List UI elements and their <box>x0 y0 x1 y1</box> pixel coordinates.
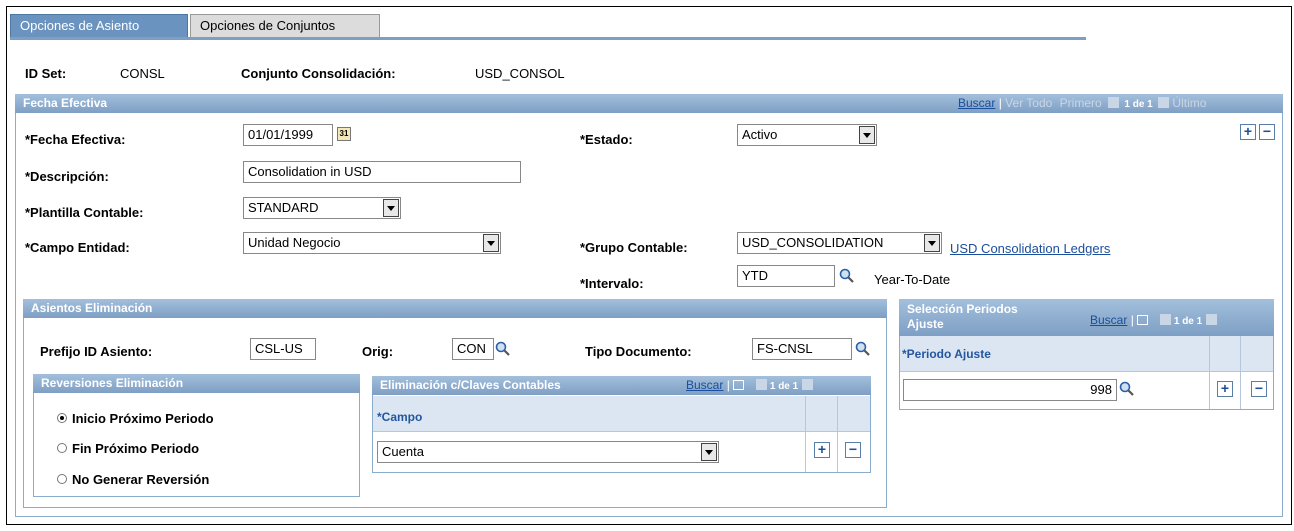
radio-label-inicio: Inicio Próximo Periodo <box>72 411 214 426</box>
campo-entidad-value: Unidad Negocio <box>248 235 341 250</box>
chevron-down-icon[interactable] <box>924 234 940 252</box>
chevron-down-icon[interactable] <box>483 234 499 252</box>
expand-grid-icon[interactable] <box>733 380 745 390</box>
delete-row-button[interactable]: − <box>1259 124 1275 140</box>
usd-consolidation-ledgers-link[interactable]: USD Consolidation Ledgers <box>950 241 1110 256</box>
radio-fin-proximo[interactable] <box>57 443 67 453</box>
grid-col-divider <box>1209 336 1210 409</box>
grid-col-divider <box>837 396 838 472</box>
expand-grid-icon[interactable] <box>1137 315 1149 325</box>
next-arrow-icon[interactable] <box>1205 314 1217 325</box>
idset-value: CONSL <box>120 66 165 81</box>
prefijo-input[interactable]: CSL-US <box>250 338 316 360</box>
estado-select[interactable]: Activo <box>737 124 877 146</box>
primero-label[interactable]: Primero <box>1060 96 1102 110</box>
descripcion-input[interactable]: Consolidation in USD <box>243 161 521 183</box>
fecha-nav: Buscar | Ver Todo Primero 1 de 1 Último <box>958 96 1206 113</box>
search-icon[interactable] <box>855 341 871 357</box>
buscar-link[interactable]: Buscar <box>958 96 995 110</box>
row-count: 1 de 1 <box>769 381 799 392</box>
buscar-link[interactable]: Buscar <box>1090 313 1127 327</box>
reversiones-header: Reversiones Eliminación <box>33 374 360 393</box>
fecha-efectiva-label: *Fecha Efectiva: <box>25 132 126 147</box>
row-count: 1 de 1 <box>1173 316 1203 327</box>
chevron-down-icon[interactable] <box>859 126 875 144</box>
prev-arrow-icon[interactable] <box>1108 97 1120 108</box>
plantilla-select[interactable]: STANDARD <box>243 197 401 219</box>
radio-label-fin: Fin Próximo Periodo <box>72 441 200 456</box>
radio-no-generar[interactable] <box>57 474 67 484</box>
periodo-ajuste-column-label: *Periodo Ajuste <box>902 347 991 361</box>
grupo-contable-select[interactable]: USD_CONSOLIDATION <box>737 232 942 254</box>
asientos-eliminacion-header: Asientos Eliminación <box>23 299 887 318</box>
claves-nav: Buscar | 1 de 1 <box>686 378 813 392</box>
radio-label-no-generar: No Generar Reversión <box>72 472 210 487</box>
row-count: 1 de 1 <box>1124 99 1153 110</box>
radio-inicio-proximo[interactable] <box>57 413 67 423</box>
intervalo-description: Year-To-Date <box>874 272 951 287</box>
intervalo-input[interactable]: YTD <box>737 265 835 287</box>
campo-select[interactable]: Cuenta <box>377 441 719 463</box>
campo-entidad-label: *Campo Entidad: <box>25 240 130 255</box>
orig-label: Orig: <box>362 344 394 359</box>
chevron-down-icon[interactable] <box>383 199 399 217</box>
nav-separator: | <box>1130 313 1134 327</box>
search-icon[interactable] <box>495 341 511 357</box>
search-icon[interactable] <box>1119 381 1135 397</box>
delete-row-button[interactable]: − <box>1251 381 1267 397</box>
campo-entidad-select[interactable]: Unidad Negocio <box>243 232 501 254</box>
periodos-nav: Buscar | 1 de 1 <box>1090 313 1217 327</box>
intervalo-label: *Intervalo: <box>580 276 644 291</box>
add-row-button[interactable]: + <box>814 442 830 458</box>
tab-opciones-asiento[interactable]: Opciones de Asiento <box>10 14 188 37</box>
tipo-documento-label: Tipo Documento: <box>585 344 692 359</box>
add-row-button[interactable]: + <box>1217 381 1233 397</box>
tab-underline <box>10 37 1086 40</box>
prev-arrow-icon[interactable] <box>1159 314 1171 325</box>
periodos-header: Selección Periodos Ajuste <box>899 299 1274 336</box>
conjunto-label: Conjunto Consolidación: <box>241 66 396 81</box>
calendar-icon[interactable]: 31 <box>337 127 351 141</box>
grid-col-divider <box>1240 336 1241 409</box>
next-arrow-icon[interactable] <box>1158 97 1170 108</box>
periodo-ajuste-input[interactable]: 998 <box>903 379 1117 401</box>
next-arrow-icon[interactable] <box>801 379 813 390</box>
chevron-down-icon[interactable] <box>701 443 717 461</box>
nav-separator: | <box>726 378 730 392</box>
ultimo-label[interactable]: Último <box>1172 96 1206 110</box>
descripcion-label: *Descripción: <box>25 169 109 184</box>
tab-opciones-conjuntos[interactable]: Opciones de Conjuntos <box>190 14 380 37</box>
delete-row-button[interactable]: − <box>845 442 861 458</box>
fecha-efectiva-input[interactable]: 01/01/1999 <box>243 124 333 146</box>
idset-label: ID Set: <box>25 66 67 81</box>
ver-todo-link[interactable]: Ver Todo <box>1005 96 1052 110</box>
search-icon[interactable] <box>839 268 855 284</box>
add-row-button[interactable]: + <box>1240 124 1256 140</box>
estado-value: Activo <box>742 127 778 142</box>
prev-arrow-icon[interactable] <box>755 379 767 390</box>
prefijo-label: Prefijo ID Asiento: <box>40 344 153 359</box>
fecha-efectiva-title: Fecha Efectiva <box>23 96 108 110</box>
buscar-link[interactable]: Buscar <box>686 378 723 392</box>
nav-separator: | <box>998 96 1002 110</box>
tipo-documento-input[interactable]: FS-CNSL <box>752 338 852 360</box>
grid-col-divider <box>805 396 806 472</box>
grupo-contable-label: *Grupo Contable: <box>580 240 688 255</box>
plantilla-value: STANDARD <box>248 200 319 215</box>
claves-column-header: *Campo <box>373 396 870 432</box>
grupo-contable-value: USD_CONSOLIDATION <box>742 235 884 250</box>
periodos-column-header: *Periodo Ajuste <box>900 336 1273 372</box>
plantilla-label: *Plantilla Contable: <box>25 205 144 220</box>
estado-label: *Estado: <box>580 132 633 147</box>
conjunto-value: USD_CONSOL <box>475 66 565 81</box>
campo-value: Cuenta <box>382 444 424 459</box>
campo-column-label: *Campo <box>377 410 423 424</box>
orig-input[interactable]: CON <box>452 338 494 360</box>
